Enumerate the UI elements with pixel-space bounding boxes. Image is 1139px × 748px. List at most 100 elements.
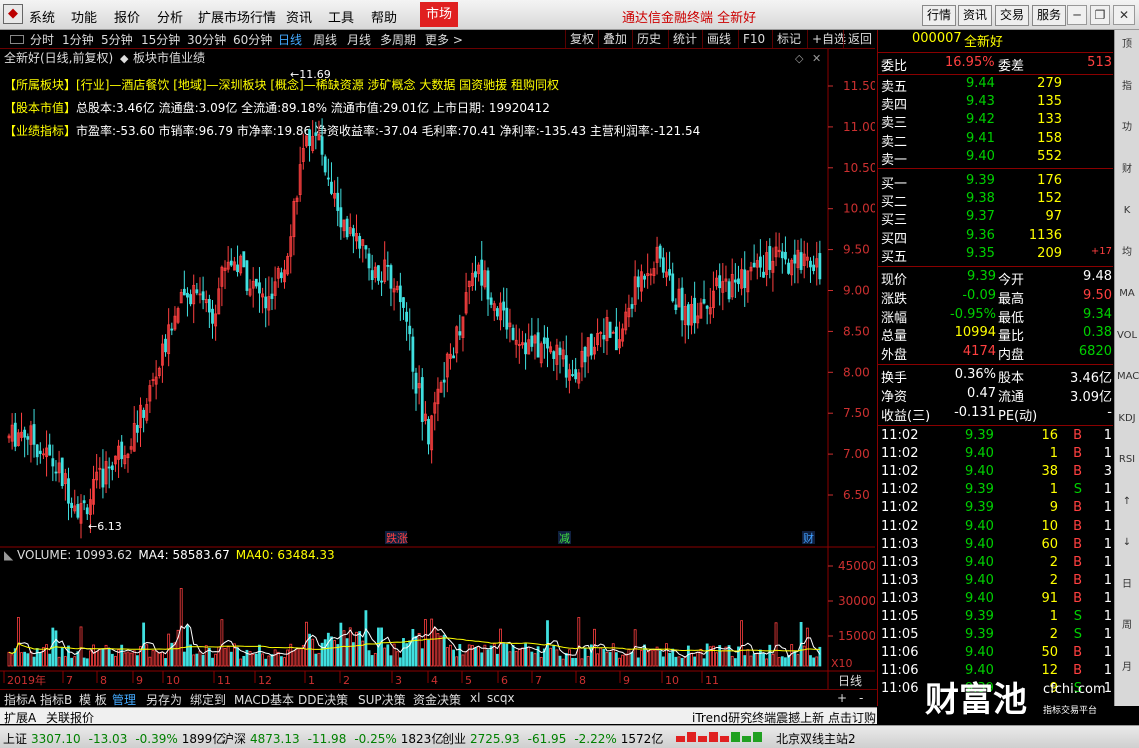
bottom-tab[interactable]: 扩展A [4, 709, 36, 726]
indicator-tab[interactable]: MACD基本 [234, 691, 294, 708]
tool-button[interactable]: 历史 [632, 30, 661, 48]
volume-bar [790, 644, 794, 667]
tool-button[interactable]: 标记 [772, 30, 801, 48]
indicator-tab[interactable]: SUP决策 [358, 691, 406, 708]
volume-bar [530, 651, 534, 667]
minimize-icon[interactable]: ─ [1067, 5, 1087, 25]
event-marker[interactable]: 减 [558, 531, 571, 545]
kline-chart[interactable]: 11.50 11.00 10.50 10.00 9.50 9.00 8.50 8.00 7.50… [0, 49, 875, 689]
period-item[interactable]: 多周期 [380, 31, 416, 48]
side-tool-icon[interactable]: RSI [1117, 451, 1137, 469]
event-marker[interactable]: 财 [802, 531, 815, 545]
side-tool-icon[interactable]: 均 [1117, 244, 1137, 262]
menu-item[interactable]: 分析 [157, 7, 183, 26]
indicator-tab[interactable]: DDE决策 [298, 691, 348, 708]
period-item[interactable]: 月线 [347, 31, 371, 48]
side-tool-icon[interactable]: VOL [1117, 327, 1137, 345]
tool-button[interactable]: 统计 [668, 30, 697, 48]
top-button[interactable]: 行情 [922, 5, 957, 26]
side-tool-icon[interactable]: 顶 [1117, 36, 1137, 54]
volume-bar [129, 652, 133, 667]
ask-row[interactable]: 卖二 9.41 158 [878, 131, 1113, 150]
indicator-tab[interactable]: 管理 [112, 691, 136, 708]
menu-item[interactable]: 功能 [71, 7, 97, 26]
top-button[interactable]: 资讯 [958, 5, 993, 26]
tick-row: 11:05 9.39 2 S 1 [878, 627, 1113, 645]
period-item[interactable]: 5分钟 [101, 31, 133, 48]
candles [7, 118, 822, 539]
period-item[interactable]: 60分钟 [233, 31, 272, 48]
period-item[interactable]: 更多 > [425, 31, 463, 48]
ticker-banner[interactable]: iTrend研究终端震撼上新 点击订购 [692, 709, 876, 726]
chart-subtitle[interactable]: 板块市值业绩 [133, 50, 205, 65]
menu-item[interactable]: 系统 [29, 7, 55, 26]
indicator-tab[interactable]: 绑定到 [190, 691, 226, 708]
side-tool-icon[interactable]: MA [1117, 285, 1137, 303]
period-item[interactable]: 1分钟 [62, 31, 94, 48]
ask-row[interactable]: 卖一 9.40 552 [878, 149, 1113, 168]
period-item[interactable]: 日线 [278, 31, 302, 48]
indicator-tab[interactable]: 指标A [4, 691, 36, 708]
side-tool-icon[interactable]: ↓ [1117, 534, 1137, 552]
ask-row[interactable]: 卖五 9.44 279 [878, 76, 1113, 95]
ask-row[interactable]: 卖四 9.43 135 [878, 94, 1113, 113]
period-label[interactable]: 日线 [838, 674, 862, 688]
side-tool-icon[interactable]: 周 [1117, 617, 1137, 635]
tool-button[interactable]: 画线 [702, 30, 731, 48]
tool-button[interactable]: 复权 [565, 30, 594, 48]
ask-row[interactable]: 卖三 9.42 133 [878, 112, 1113, 131]
period-item[interactable]: 15分钟 [141, 31, 180, 48]
indicator-tab[interactable]: scqx [487, 691, 515, 705]
app-logo-icon[interactable]: ◆ [3, 4, 23, 24]
settings-diamond-icon[interactable]: ◇ [795, 52, 804, 65]
period-item[interactable]: 周线 [313, 31, 337, 48]
close-icon[interactable]: ✕ [1113, 5, 1135, 25]
volume-bar [527, 646, 531, 667]
tick-volume: 38 [1041, 464, 1058, 480]
indicator-tab[interactable]: 指标B [40, 691, 72, 708]
tool-button[interactable]: 返回 [843, 30, 872, 48]
bottom-tab[interactable]: 关联报价 [46, 709, 94, 726]
indicator-tab[interactable]: 另存为 [146, 691, 182, 708]
indicator-tab[interactable]: 资金决策 [413, 691, 461, 708]
side-tool-icon[interactable]: 财 [1117, 161, 1137, 179]
side-tool-icon[interactable]: 功 [1117, 119, 1137, 137]
top-button[interactable]: 服务 [1032, 5, 1067, 26]
index-quote[interactable]: 创业 2725.93 -61.95 -2.22% 1572亿 [442, 730, 663, 747]
tool-button[interactable]: F10 [738, 30, 765, 48]
side-tool-icon[interactable]: KDJ [1117, 410, 1137, 428]
market-menu-button[interactable]: 市场 [420, 2, 458, 27]
tool-button[interactable]: 叠加 [598, 30, 627, 48]
event-marker[interactable]: 跌涨 [385, 531, 408, 545]
menu-item[interactable]: 工具 [328, 7, 354, 26]
price-tick-label: 10.00 [843, 202, 875, 216]
panel-close-icon[interactable]: ✕ [812, 52, 821, 65]
restore-icon[interactable]: ❐ [1090, 5, 1110, 25]
side-tool-icon[interactable]: 日 [1117, 576, 1137, 594]
tool-button[interactable]: +自选 [807, 30, 846, 48]
menu-item[interactable]: 扩展市场行情 [198, 7, 276, 26]
index-quote[interactable]: 沪深 4873.13 -11.98 -0.25% 1823亿 [222, 730, 443, 747]
side-tool-icon[interactable]: K [1117, 202, 1137, 220]
zoom-in-button[interactable]: + [837, 691, 847, 705]
menu-item[interactable]: 帮助 [371, 7, 397, 26]
indicator-tab[interactable]: xl [470, 691, 480, 705]
menu-item[interactable]: 报价 [114, 7, 140, 26]
period-item[interactable]: 分时 [30, 31, 54, 48]
menu-item[interactable]: 资讯 [286, 7, 312, 26]
side-tool-icon[interactable]: MACD [1117, 368, 1139, 386]
period-item[interactable]: 30分钟 [187, 31, 226, 48]
top-button[interactable]: 交易 [995, 5, 1030, 26]
index-quote[interactable]: 上证 3307.10 -13.03 -0.39% 1899亿 [3, 730, 224, 747]
bid-row[interactable]: 买三 9.37 97 [878, 209, 1113, 228]
bid-row[interactable]: 买二 9.38 152 [878, 191, 1113, 210]
zoom-out-button[interactable]: - [859, 691, 863, 705]
side-tool-icon[interactable]: ↑ [1117, 493, 1137, 511]
server-name[interactable]: 北京双线主站2 [776, 730, 856, 747]
dropdown-icon[interactable]: ◆ [120, 52, 129, 65]
bid-row[interactable]: 买五 9.35 209 +17 [878, 246, 1113, 265]
bid-row[interactable]: 买四 9.36 1136 [878, 228, 1113, 247]
bid-row[interactable]: 买一 9.39 176 [878, 173, 1113, 192]
indicator-tab[interactable]: 模 板 [79, 691, 107, 708]
side-tool-icon[interactable]: 指 [1117, 78, 1137, 96]
